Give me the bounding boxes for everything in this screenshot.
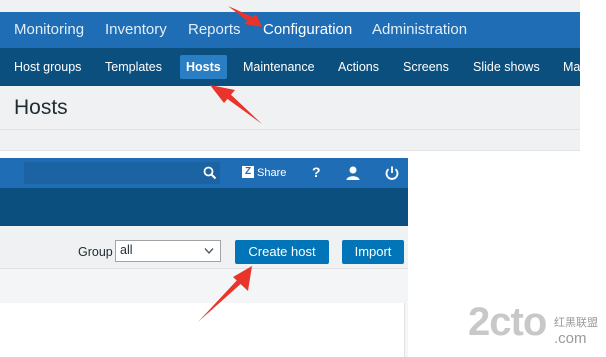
header-bar: Z Share ? xyxy=(0,158,408,188)
subnav-screens[interactable]: Screens xyxy=(403,48,449,86)
divider xyxy=(0,129,580,130)
subnav-maps[interactable]: Ma xyxy=(563,48,580,86)
watermark-domain: .com xyxy=(554,330,587,347)
nav-administration[interactable]: Administration xyxy=(372,12,467,48)
watermark-main: 2cto xyxy=(468,300,547,344)
watermark-logo: 2cto 红黑联盟 .com xyxy=(468,300,604,352)
subnav-maintenance[interactable]: Maintenance xyxy=(243,48,315,86)
subnav-slide-shows[interactable]: Slide shows xyxy=(473,48,540,86)
page-title: Hosts xyxy=(14,96,68,119)
share-label: Share xyxy=(257,167,287,179)
subnav-templates[interactable]: Templates xyxy=(105,48,162,86)
sub-nav-bar xyxy=(0,188,408,226)
top-panel: Monitoring Inventory Reports Configurati… xyxy=(0,0,580,151)
watermark-sub: 红黑联盟 xyxy=(554,317,598,329)
subnav-host-groups[interactable]: Host groups xyxy=(14,48,81,86)
main-nav: Monitoring Inventory Reports Configurati… xyxy=(0,12,580,48)
search-icon[interactable] xyxy=(203,166,217,180)
group-select-value: all xyxy=(120,243,133,257)
user-icon[interactable] xyxy=(345,165,361,181)
help-icon[interactable]: ? xyxy=(312,164,321,180)
nav-configuration[interactable]: Configuration xyxy=(263,12,352,48)
nav-inventory[interactable]: Inventory xyxy=(105,12,167,48)
group-label: Group xyxy=(78,245,113,259)
zabbix-share-icon: Z xyxy=(242,166,254,178)
nav-monitoring[interactable]: Monitoring xyxy=(14,12,84,48)
create-host-button[interactable]: Create host xyxy=(235,240,329,264)
chevron-down-icon xyxy=(204,248,214,255)
content-panel xyxy=(0,303,405,357)
sub-nav: Host groups Templates Hosts Maintenance … xyxy=(0,48,580,86)
divider xyxy=(0,268,408,269)
subnav-hosts[interactable]: Hosts xyxy=(180,55,227,79)
search-input[interactable] xyxy=(24,162,220,184)
nav-reports[interactable]: Reports xyxy=(188,12,241,48)
power-icon[interactable] xyxy=(384,165,400,181)
group-select[interactable]: all xyxy=(115,240,221,262)
import-button[interactable]: Import xyxy=(342,240,404,264)
bottom-panel: Z Share ? Group all Create host Import xyxy=(0,158,408,357)
subnav-actions[interactable]: Actions xyxy=(338,48,379,86)
